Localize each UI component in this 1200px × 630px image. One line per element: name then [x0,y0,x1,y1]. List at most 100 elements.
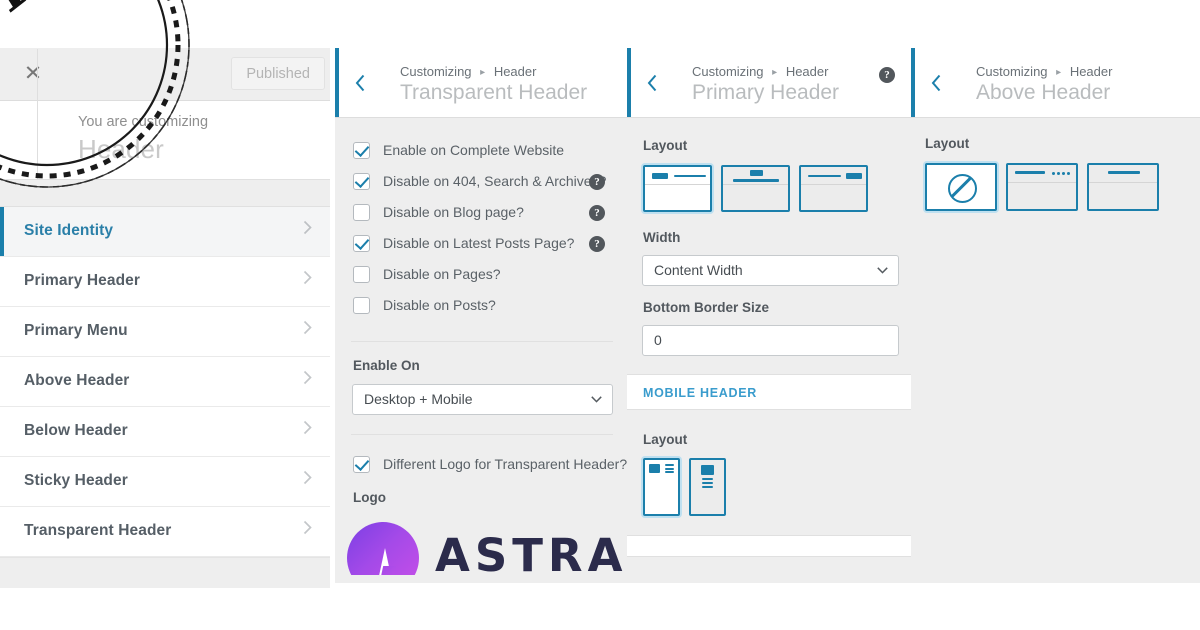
mobile-header-section-header[interactable]: MOBILE HEADER [627,374,913,410]
chevron-right-icon [303,370,312,385]
astra-mark-icon [347,522,419,575]
sidebar-item-sticky-header[interactable]: Sticky Header [0,457,330,507]
checkbox-enable-complete-website[interactable] [353,142,370,159]
checkbox-label: Disable on Blog page? [383,204,524,220]
screenshot-stage: ✕ Published You are customizing Header S… [0,0,1200,630]
sidebar-item-label: Transparent Header [24,522,172,539]
sidebar-item-site-identity[interactable]: Site Identity [0,207,330,257]
panel-header: Customizing ▸ Header Above Header [911,48,1200,118]
checkbox-disable-latest-posts[interactable] [353,235,370,252]
checkbox-label: Disable on Latest Posts Page? [383,235,575,251]
breadcrumb-root[interactable]: Customizing [692,64,764,79]
breadcrumb: Customizing ▸ Header [400,64,536,79]
checkbox-row-enable-complete-website[interactable]: Enable on Complete Website [335,137,629,168]
sidebar-item-transparent-header[interactable]: Transparent Header [0,507,330,557]
panel-title: Above Header [976,81,1111,104]
back-chevron-icon[interactable] [355,74,366,92]
panel-title: Primary Header [692,81,840,104]
chevron-right-icon [303,420,312,435]
header-layout-option-1[interactable] [643,165,712,212]
astra-logo-wordmark: ASTRA [435,529,628,575]
enable-on-select[interactable]: Desktop + Mobile [352,384,613,415]
checkbox-row-disable-latest-posts[interactable]: Disable on Latest Posts Page? ? [335,230,629,261]
sidebar-item-above-header[interactable]: Above Header [0,357,330,407]
breadcrumb-root[interactable]: Customizing [400,64,472,79]
width-select[interactable]: Content Width [642,255,899,286]
panel-body: Layout [911,118,1200,211]
checkbox-disable-posts[interactable] [353,297,370,314]
checkbox-label: Different Logo for Transparent Header? [383,456,628,472]
breadcrumb-separator-icon: ▸ [1056,67,1062,78]
help-icon[interactable]: ? [589,236,605,252]
logo-preview[interactable]: ASTRA [335,515,629,575]
checkbox-disable-blog[interactable] [353,204,370,221]
above-header-layout-options [925,163,1200,211]
close-icon[interactable]: ✕ [22,63,44,85]
breadcrumb-leaf[interactable]: Header [494,64,537,79]
header-layout-options [643,165,913,212]
breadcrumb-root[interactable]: Customizing [976,64,1048,79]
sidebar-footer [0,557,330,588]
mobile-header-section-title: MOBILE HEADER [643,386,757,400]
checkbox-disable-pages[interactable] [353,266,370,283]
checkbox-row-disable-blog[interactable]: Disable on Blog page? ? [335,199,629,230]
logo-label: Logo [353,490,386,505]
checkbox-row-different-logo[interactable]: Different Logo for Transparent Header? [335,451,629,482]
panel-primary-header: Customizing ▸ Header Primary Header ? La… [627,48,913,583]
panel-header: Customizing ▸ Header Primary Header ? [627,48,913,118]
checkbox-label: Disable on Posts? [383,297,496,313]
disabled-icon [948,174,977,203]
you-are-customizing-label: You are customizing [78,114,209,130]
panel-transparent-header: Customizing ▸ Header Transparent Header … [335,48,629,583]
customizer-sidebar: ✕ Published You are customizing Header S… [0,48,330,588]
breadcrumb-leaf[interactable]: Header [786,64,829,79]
breadcrumb-leaf[interactable]: Header [1070,64,1113,79]
sidebar-item-label: Above Header [24,372,130,389]
breadcrumb-separator-icon: ▸ [772,67,778,78]
publish-button[interactable]: Published [231,57,325,90]
checkbox-different-logo[interactable] [353,456,370,473]
mobile-layout-options [643,458,913,516]
header-layout-option-3[interactable] [799,165,868,212]
above-header-layout-option-2[interactable] [1006,163,1078,211]
chevron-right-icon [303,220,312,235]
back-chevron-icon[interactable] [931,74,942,92]
mobile-layout-option-2[interactable] [689,458,726,516]
chevron-right-icon [303,520,312,535]
bottom-border-size-input[interactable]: 0 [642,325,899,356]
sidebar-item-primary-header[interactable]: Primary Header [0,257,330,307]
above-header-layout-option-3[interactable] [1087,163,1159,211]
breadcrumb: Customizing ▸ Header [976,64,1112,79]
help-icon[interactable]: ? [589,174,605,190]
next-section-strip [627,535,913,557]
chevron-right-icon [303,320,312,335]
breadcrumb-separator-icon: ▸ [480,67,486,78]
sidebar-item-label: Below Header [24,422,128,439]
back-chevron-icon[interactable] [647,74,658,92]
chevron-down-icon [877,267,888,274]
width-label: Width [643,230,681,245]
checkbox-disable-404[interactable] [353,173,370,190]
panel-header: Customizing ▸ Header Transparent Header [335,48,629,118]
layout-label: Layout [643,138,688,153]
panel-body: Layout Width Content Width Bottom Border… [627,118,913,557]
checkbox-row-disable-pages[interactable]: Disable on Pages? [335,261,629,292]
panel-body: Enable on Complete Website Disable on 40… [335,118,629,575]
enable-on-value: Desktop + Mobile [364,391,473,407]
customizing-intro: You are customizing Header [0,49,330,180]
customizer-topbar: ✕ Published [0,48,330,101]
panel-above-header: Customizing ▸ Header Above Header Layout [911,48,1200,583]
sidebar-item-primary-menu[interactable]: Primary Menu [0,307,330,357]
help-icon[interactable]: ? [879,67,895,83]
header-layout-option-2[interactable] [721,165,790,212]
sidebar-item-label: Primary Menu [24,322,128,339]
checkbox-row-disable-404[interactable]: Disable on 404, Search & Archives? ? [335,168,629,199]
checkbox-row-disable-posts[interactable]: Disable on Posts? [335,292,629,323]
width-value: Content Width [654,262,743,278]
help-icon[interactable]: ? [589,205,605,221]
sidebar-item-below-header[interactable]: Below Header [0,407,330,457]
above-header-layout-option-none[interactable] [925,163,997,211]
mobile-layout-option-1[interactable] [643,458,680,516]
checkbox-label: Disable on Pages? [383,266,501,282]
customizing-target-title: Header [78,134,164,164]
